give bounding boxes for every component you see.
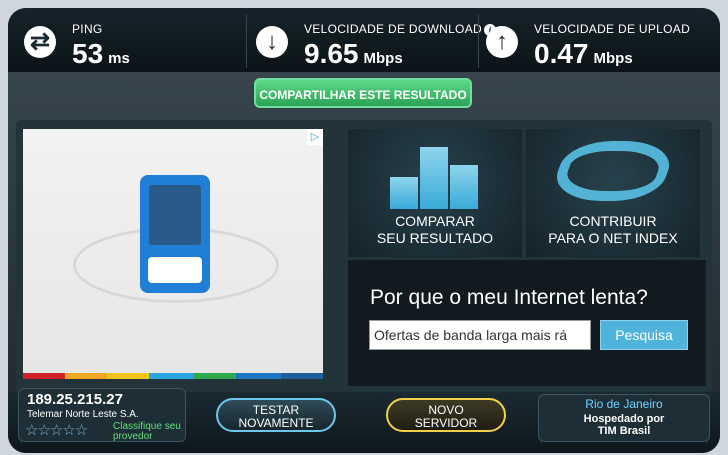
contribute-label-1: CONTRIBUIR xyxy=(569,213,657,229)
new-server-button[interactable]: NOVO SERVIDOR xyxy=(386,398,506,432)
arrows-exchange-icon: ⇄ xyxy=(24,26,56,58)
contribute-label-2: PARA O NET INDEX xyxy=(548,230,678,246)
new-server-label-1: NOVO xyxy=(428,403,464,417)
net-index-icon xyxy=(547,141,679,201)
compare-result-tile[interactable]: COMPARAR SEU RESULTADO xyxy=(348,129,522,257)
ping-unit: ms xyxy=(108,50,130,67)
ping-value: 53 xyxy=(72,38,104,69)
client-isp: Telemar Norte Leste S.A. xyxy=(27,409,139,420)
share-result-button[interactable]: COMPARTILHAR ESTE RESULTADO xyxy=(254,78,472,108)
download-value: 9.65 xyxy=(304,38,359,69)
rate-text-2: provedor xyxy=(113,431,153,442)
bar-chart-icon xyxy=(390,139,480,209)
server-info: Rio de Janeiro Hospedado por TIM Brasil xyxy=(538,394,710,442)
ad-color-bar xyxy=(23,373,323,379)
advertisement[interactable]: ▷ xyxy=(23,129,323,379)
rate-provider-link[interactable]: Classifique seu provedor xyxy=(113,422,181,442)
ad-phone-keys xyxy=(148,257,202,283)
download-stat: ↓ VELOCIDADE DE DOWNLOADi 9.65Mbps xyxy=(248,14,496,69)
contribute-tile[interactable]: CONTRIBUIR PARA O NET INDEX xyxy=(526,129,700,257)
ad-phone-graphic xyxy=(140,175,210,293)
upload-unit: Mbps xyxy=(593,50,633,67)
arrow-up-icon: ↑ xyxy=(486,26,518,58)
upload-label: VELOCIDADE DE UPLOAD xyxy=(534,22,691,36)
search-button[interactable]: Pesquisa xyxy=(600,320,688,350)
ping-stat: ⇄ PING 53 ms xyxy=(16,14,241,69)
stats-bar: ⇄ PING 53ms ↓ VELOCIDADE DE DOWNLOADi 9.… xyxy=(8,8,720,72)
new-server-label-2: SERVIDOR xyxy=(414,416,478,430)
test-again-label-2: NOVAMENTE xyxy=(238,416,314,430)
search-input[interactable]: Ofertas de banda larga mais rá xyxy=(369,320,591,350)
test-again-button[interactable]: TESTAR NOVAMENTE xyxy=(216,398,336,432)
server-city: Rio de Janeiro xyxy=(585,397,663,411)
rating-stars[interactable]: ☆☆☆☆☆ xyxy=(25,421,88,439)
download-unit: Mbps xyxy=(363,50,403,67)
ad-phone-screen xyxy=(149,185,201,245)
compare-label-2: SEU RESULTADO xyxy=(376,230,494,246)
download-label: VELOCIDADE DE DOWNLOAD xyxy=(304,22,482,36)
server-host: TIM Brasil xyxy=(597,425,651,437)
client-ip: 189.25.215.27 xyxy=(27,391,123,408)
hosted-by-label: Hospedado por xyxy=(583,413,665,425)
speedtest-frame: ⇄ PING 53ms ↓ VELOCIDADE DE DOWNLOADi 9.… xyxy=(8,8,720,453)
compare-label-1: COMPARAR xyxy=(395,213,475,229)
slow-internet-box: Por que o meu Internet lenta? Ofertas de… xyxy=(348,260,706,386)
arrow-down-icon: ↓ xyxy=(256,26,288,58)
client-info: 189.25.215.27 Telemar Norte Leste S.A. ☆… xyxy=(18,388,186,442)
ping-label: PING xyxy=(72,22,103,36)
divider xyxy=(246,14,247,68)
slow-question: Por que o meu Internet lenta? xyxy=(370,286,648,309)
upload-stat: ↑ VELOCIDADE DE UPLOAD 0.47 Mbps xyxy=(478,14,714,69)
test-again-label-1: TESTAR xyxy=(252,403,300,417)
upload-value: 0.47 xyxy=(534,38,589,69)
adchoices-icon[interactable]: ▷ xyxy=(307,129,323,145)
